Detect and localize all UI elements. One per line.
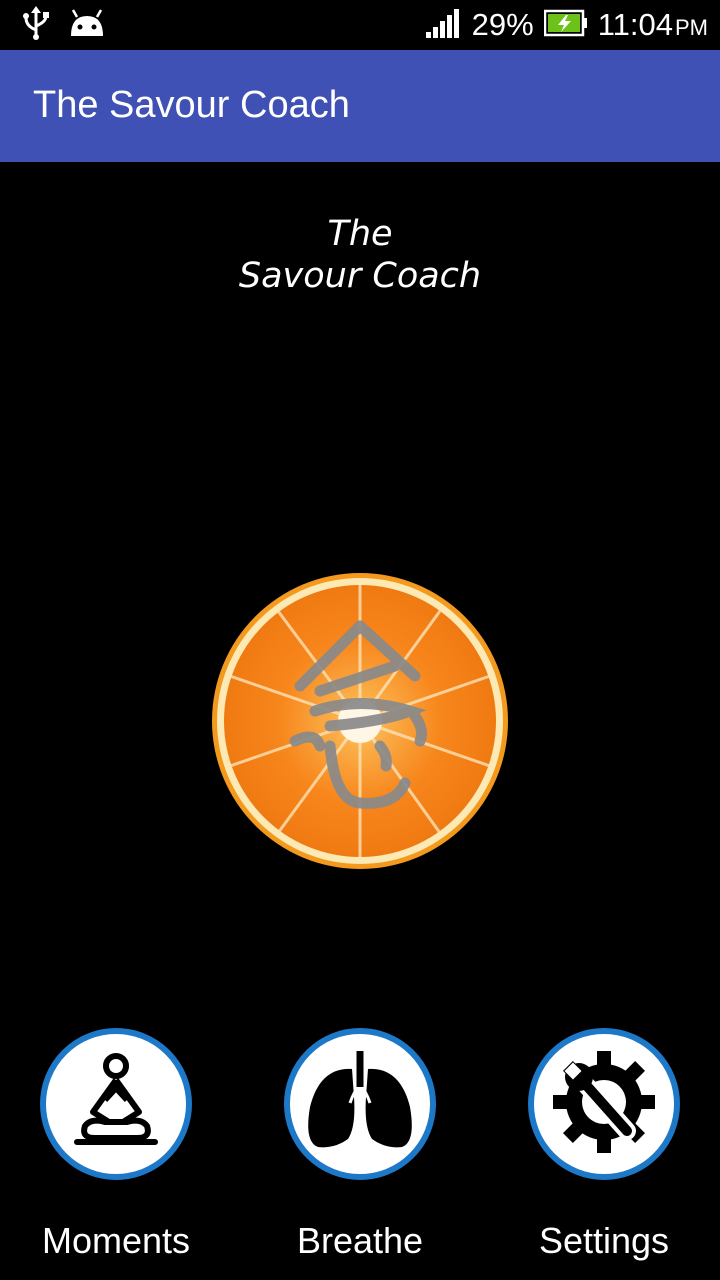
nav-item-breathe[interactable]: Breathe (280, 1028, 440, 1268)
lungs-icon (300, 1047, 420, 1162)
moments-button[interactable] (40, 1028, 192, 1180)
settings-button[interactable] (528, 1028, 680, 1180)
nav-label-moments[interactable]: Moments (16, 1220, 216, 1262)
battery-percent: 29% (471, 7, 534, 42)
usb-icon (22, 5, 50, 45)
android-icon (68, 8, 106, 43)
battery-charging-icon (543, 9, 588, 42)
nav-item-settings[interactable]: Settings (524, 1028, 684, 1268)
meditation-icon (71, 1052, 161, 1157)
clock-time: 11:04 (597, 7, 673, 42)
hero-title-line2: Savour Coach (238, 256, 482, 296)
hero-title-line1: The (327, 214, 393, 254)
orange-slice-calligraphy-logo (210, 571, 510, 871)
nav-label-settings[interactable]: Settings (504, 1220, 704, 1262)
gear-wrench-icon (549, 1047, 659, 1162)
status-bar: 29% 11:04PM (0, 0, 720, 50)
nav-item-moments[interactable]: Moments (36, 1028, 196, 1268)
app-title: The Savour Coach (33, 84, 350, 126)
clock: 11:04PM (598, 7, 708, 43)
app-bar: The Savour Coach (0, 50, 720, 162)
nav-label-breathe[interactable]: Breathe (260, 1220, 460, 1262)
hero-title: The Savour Coach (0, 213, 720, 297)
signal-icon (425, 8, 462, 43)
breathe-button[interactable] (284, 1028, 436, 1180)
clock-ampm: PM (675, 15, 708, 40)
